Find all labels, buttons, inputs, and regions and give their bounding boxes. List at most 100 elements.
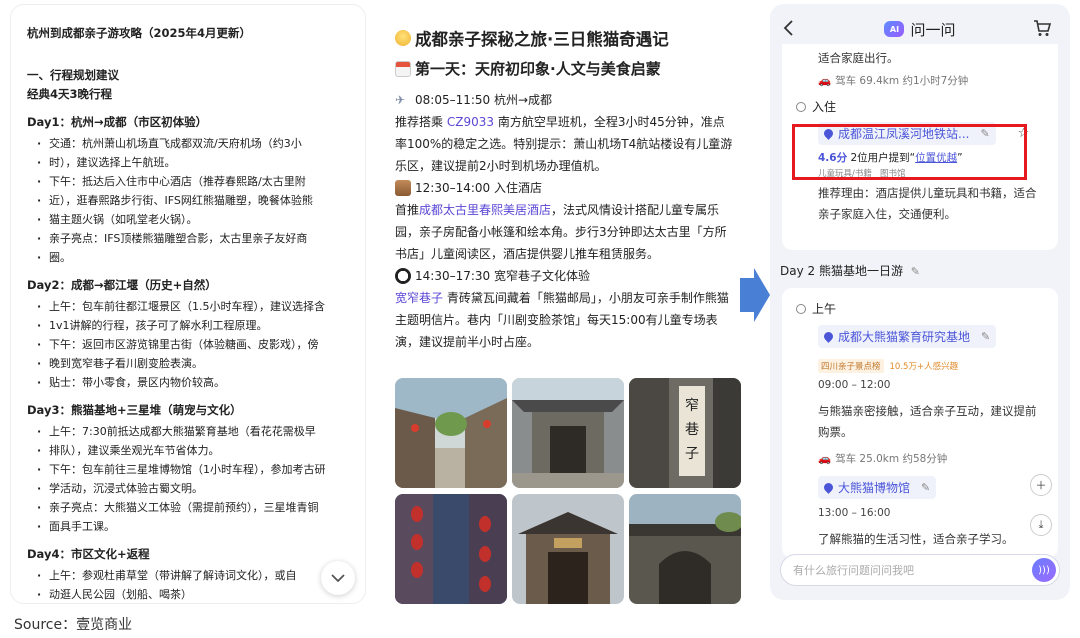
- photo-teahouse[interactable]: [512, 494, 624, 604]
- source-caption: Source：壹览商业: [14, 617, 133, 633]
- poi2-time: 13:00 – 16:00: [818, 507, 891, 519]
- page-title: AI 问一问: [884, 19, 956, 40]
- alley-name-link[interactable]: 宽窄巷子: [395, 291, 443, 305]
- morning-label-text: 上午: [812, 302, 837, 316]
- summary-text: 适合家庭出行。: [818, 51, 899, 65]
- day4-title: Day4：市区文化+返程: [27, 547, 150, 561]
- flight-post: 南方航空早班机，全程3小时45分钟，准点率100%的稳定之选。特别提示：萧山机场…: [395, 115, 733, 173]
- morning-label: 上午: [796, 300, 1044, 317]
- location-pin-icon: [822, 330, 835, 343]
- voice-send-button[interactable]: ))): [1032, 558, 1056, 582]
- day1-heading: 第一天：天府初印象·人文与美食启蒙: [395, 58, 735, 79]
- timeline-dot: [796, 101, 806, 112]
- list-item: 上午：7:30前抵达成都大熊猫繁育基地（看花花需极早: [27, 422, 349, 441]
- list-item: 1v1讲解的行程，孩子可了解水利工程原理。: [27, 316, 349, 335]
- chevron-left-icon: [783, 20, 793, 36]
- back-button[interactable]: [782, 18, 794, 42]
- list-item: 面具手工课。: [27, 517, 349, 536]
- cart-button[interactable]: [1032, 18, 1052, 42]
- list-item: 排队），建议乘坐观光车节省体力。: [27, 441, 349, 460]
- edit-icon[interactable]: ✎: [911, 265, 920, 278]
- drive-text: 驾车 69.4km 约1小时7分钟: [835, 75, 969, 87]
- panda-icon: [395, 268, 411, 284]
- alley-time: 14:30–17:30 宽窄巷子文化体验: [415, 269, 590, 283]
- flight-time: 08:05–11:50 杭州→成都: [415, 93, 553, 107]
- day3-list: 上午：7:30前抵达成都大熊猫繁育基地（看花花需极早 排队），建议乘坐观光车节省…: [27, 422, 349, 536]
- guide-title: 杭州到成都亲子游攻略（2025年4月更新）: [27, 26, 252, 40]
- list-item: 晚到宽窄巷子看川剧变脸表演。: [27, 354, 349, 373]
- day3-title: Day3：熊猫基地+三星堆（萌宠与文化）: [27, 403, 242, 417]
- poi1-tags: 四川亲子景点榜 10.5万+人感兴趣: [796, 354, 1044, 373]
- poi1-time: 09:00 – 12:00: [818, 379, 891, 391]
- car-icon: 🚗: [818, 453, 832, 465]
- day4-list: 上午：参观杜甫草堂（带讲解了解诗词文化），或自 动逛人民公园（划船、喝茶）: [27, 566, 349, 603]
- ai-chat-panel: AI 问一问 适合家庭出行。 🚗 驾车 69.4km 约1小时7分钟 入住 成都温…: [770, 4, 1070, 600]
- poi2-chip[interactable]: 大熊猫博物馆 ✎: [818, 476, 937, 499]
- svg-text:巷: 巷: [685, 422, 699, 438]
- photo-alley-sign[interactable]: 窄巷子: [629, 378, 741, 488]
- download-button[interactable]: ⤓: [1030, 514, 1052, 536]
- photo-red-lanterns[interactable]: [395, 494, 507, 604]
- poi1-chip[interactable]: 成都大熊猫繁育研究基地 ✎: [818, 325, 997, 348]
- hotel-pre: 首推: [395, 203, 420, 217]
- chat-input-placeholder: 有什么旅行问题问问我吧: [793, 564, 914, 577]
- itinerary-subheading: 经典4天3晚行程: [27, 87, 113, 101]
- article-title: 成都亲子探秘之旅·三日熊猫奇遇记: [395, 26, 735, 50]
- cart-icon: [1034, 20, 1052, 36]
- poi2-name: 大熊猫博物馆: [838, 481, 911, 495]
- scroll-down-button[interactable]: [321, 561, 355, 595]
- flight-number-link[interactable]: CZ9033: [447, 115, 494, 129]
- list-item: 下午：返回市区游览锦里古街（体验糖画、皮影戏），傍: [27, 335, 349, 354]
- day2-title-text: Day 2 熊猫基地一日游: [780, 264, 903, 278]
- alley-paragraph: 宽窄巷子 青砖黛瓦间藏着「熊猫邮局」，小朋友可亲手制作熊猫主题明信片。巷内「川剧…: [395, 287, 735, 353]
- list-item: 动逛人民公园（划船、喝茶）: [27, 585, 349, 603]
- day1-title: Day1：杭州→成都（市区初体验）: [27, 115, 208, 129]
- chevron-down-icon: [331, 574, 345, 583]
- list-item: 亲子亮点：IFS顶楼熊猫雕塑合影，太古里亲子友好商: [27, 229, 349, 248]
- list-item: 圈。: [27, 248, 349, 267]
- list-item: 近），逛春熙路步行街、IFS网红熊猫雕塑，晚餐体验熊: [27, 191, 349, 210]
- bulb-icon: [395, 30, 411, 46]
- poi1-name: 成都大熊猫繁育研究基地: [838, 330, 971, 344]
- edit-icon[interactable]: ✎: [921, 481, 930, 494]
- day1-heading-text: 第一天：天府初印象·人文与美食启蒙: [415, 60, 661, 78]
- photo-archway[interactable]: [629, 494, 741, 604]
- itinerary-article-panel: 成都亲子探秘之旅·三日熊猫奇遇记 第一天：天府初印象·人文与美食启蒙 ✈ 08:…: [375, 4, 753, 604]
- drive-info: 🚗 驾车 69.4km 约1小时7分钟: [796, 73, 1044, 88]
- list-item: 学活动，沉浸式体验古蜀文明。: [27, 479, 349, 498]
- day2-title: Day2：成都→都江堰（历史+自然）: [27, 278, 217, 292]
- photo-street-lanterns[interactable]: [395, 378, 507, 488]
- ranking-tag: 四川亲子景点榜: [818, 359, 884, 373]
- hotel-time: 12:30–14:00 入住酒店: [415, 181, 542, 195]
- photo-grid: 窄巷子: [395, 378, 741, 604]
- guide-panel: 杭州到成都亲子游攻略（2025年4月更新） 一、行程规划建议 经典4天3晚行程 …: [10, 4, 366, 604]
- checkin-label: 入住: [796, 98, 1044, 115]
- page-title-text: 问一问: [910, 20, 956, 39]
- airplane-icon: ✈: [395, 93, 406, 107]
- list-item: 贴士：带小零食，景区内物价较高。: [27, 373, 349, 392]
- flight-time-row: ✈ 08:05–11:50 杭州→成都: [395, 89, 735, 111]
- hotel-name-link[interactable]: 成都太古里春熙美居酒店: [419, 203, 551, 217]
- add-button[interactable]: ＋: [1030, 474, 1052, 496]
- article-title-text: 成都亲子探秘之旅·三日熊猫奇遇记: [415, 30, 669, 49]
- calendar-icon: [395, 60, 411, 77]
- hotel-icon: [395, 180, 411, 196]
- list-item: 下午：抵达后入住市中心酒店（推荐春熙路/太古里附: [27, 172, 349, 191]
- poi1-row: 成都大熊猫繁育研究基地 ✎: [796, 325, 1044, 348]
- list-item: 上午：包车前往都江堰景区（1.5小时车程），建议选择含: [27, 297, 349, 316]
- photo-alley-gate[interactable]: [512, 378, 624, 488]
- highlight-box: [792, 124, 1027, 180]
- chat-input[interactable]: 有什么旅行问题问问我吧 ))): [780, 554, 1060, 586]
- timeline-dot: [796, 303, 806, 314]
- hotel-time-row: 12:30–14:00 入住酒店: [395, 177, 735, 199]
- list-item: 时），建议选择上午航班。: [27, 153, 349, 172]
- drive-info: 🚗 驾车 25.0km 约58分钟: [796, 451, 1044, 466]
- edit-icon[interactable]: ✎: [981, 330, 990, 343]
- flight-pre: 推荐搭乘: [395, 115, 444, 129]
- drive-text: 驾车 25.0km 约58分钟: [835, 453, 948, 465]
- day1-list: 交通：杭州萧山机场直飞成都双流/天府机场（约3小 时），建议选择上午航班。 下午…: [27, 134, 349, 267]
- list-item: 上午：参观杜甫草堂（带讲解了解诗词文化），或自: [27, 566, 349, 585]
- alley-time-row: 14:30–17:30 宽窄巷子文化体验: [395, 265, 735, 287]
- hotel-paragraph: 首推成都太古里春熙美居酒店，法式风情设计搭配儿童专属乐园，亲子房配备小帐篷和绘本…: [395, 199, 735, 265]
- day2-title: Day 2 熊猫基地一日游 ✎: [780, 262, 920, 279]
